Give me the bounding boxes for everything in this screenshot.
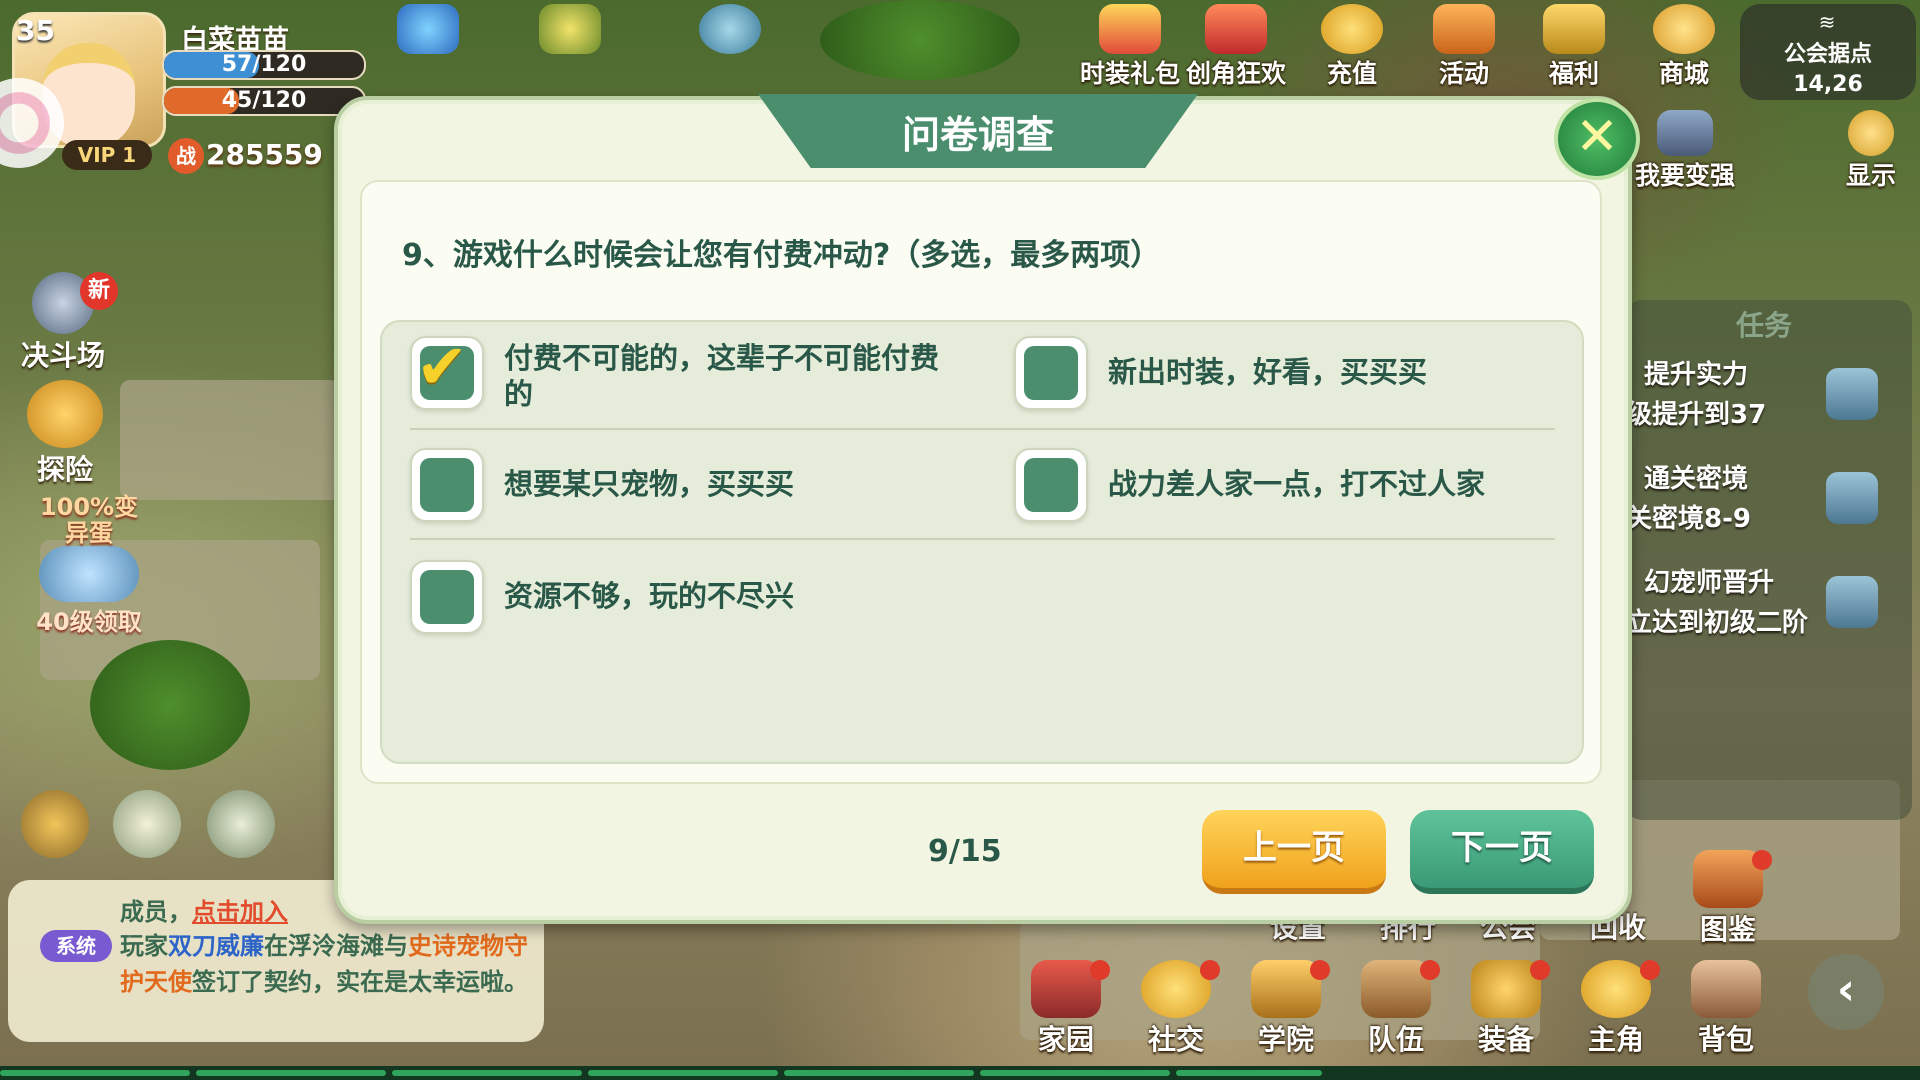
option-divider [410, 428, 1555, 430]
option-checkbox[interactable] [410, 448, 484, 522]
nav-social[interactable]: 社交 [1128, 960, 1224, 1058]
task-item[interactable]: 幻宠师晋升 立达到初级二阶 [1626, 556, 1906, 652]
system-tag: 系统 [40, 930, 112, 962]
chat-guild-line: 成员，点击加入 [120, 898, 288, 926]
display-toggle-button[interactable]: 显示 [1826, 110, 1916, 196]
egg-icon [39, 546, 139, 602]
mutant-egg-reward-button[interactable]: 100%变异蛋 40级领取 [14, 494, 164, 637]
nav-team[interactable]: 队伍 [1348, 960, 1444, 1058]
notification-dot [1752, 850, 1772, 870]
vip-badge[interactable]: VIP 1 [62, 140, 152, 170]
survey-dialog: 问卷调查 ✕ 9、游戏什么时候会让您有付费冲动?（多选，最多两项） ✔ 付费不可… [334, 94, 1640, 924]
notification-dot [1310, 960, 1330, 980]
task-panel-title: 任务 [1736, 309, 1793, 342]
frog-boss-icon[interactable] [520, 4, 620, 90]
collapse-arrow-icon[interactable]: ‹ [1808, 954, 1884, 1030]
nav-character[interactable]: 主角 [1568, 960, 1664, 1058]
option-label: 战力差人家一点，打不过人家 [1108, 467, 1486, 501]
guild-location-panel[interactable]: ≋ 公会据点 14,26 [1740, 4, 1916, 100]
option-checkbox[interactable]: ✔ [410, 330, 484, 410]
combat-power: 285559 [206, 138, 323, 171]
nav-codex[interactable]: 图鉴 [1680, 850, 1776, 948]
survey-options-panel: ✔ 付费不可能的，这辈子不可能付费的 新出时装，好看，买买买 想要某只宠物，买买… [380, 320, 1584, 764]
option-divider [410, 538, 1555, 540]
top-menu-events[interactable]: 活动 [1414, 4, 1514, 90]
emoji-icon[interactable] [112, 790, 182, 858]
recharge-icon [1321, 4, 1383, 54]
survey-question: 9、游戏什么时候会让您有付费冲动?（多选，最多两项） [402, 238, 1161, 273]
experience-bar [0, 1066, 1920, 1080]
strengthen-button[interactable]: 我要变强 [1630, 110, 1740, 196]
option-checkbox[interactable] [410, 560, 484, 634]
celebration-icon [1205, 4, 1267, 54]
option-label: 资源不够，玩的不尽兴 [504, 579, 795, 613]
notification-dot [1420, 960, 1440, 980]
person-icon [1848, 110, 1894, 156]
close-icon: ✕ [1575, 107, 1619, 167]
shop-icon [1653, 4, 1715, 54]
voice-icon[interactable] [206, 790, 276, 858]
headset-icon[interactable] [20, 790, 90, 858]
top-menu-fashion-gift[interactable]: 时装礼包 [1080, 4, 1180, 90]
treasure-chest-icon [1826, 472, 1878, 524]
guild-coords: 14,26 [1793, 72, 1863, 97]
checkmark-icon: ✔ [416, 330, 468, 403]
egg-banner: 100%变异蛋 [39, 493, 139, 547]
notification-dot [1640, 960, 1660, 980]
option-checkbox[interactable] [1014, 336, 1088, 410]
wifi-icon: ≋ [1818, 10, 1836, 34]
nav-bag[interactable]: 背包 [1678, 960, 1774, 1058]
top-menu-shop[interactable]: 商城 [1634, 4, 1734, 90]
task-item[interactable]: 通关密境 关密境8-9 [1626, 452, 1906, 548]
crossed-swords-icon [1657, 110, 1713, 156]
top-menu-celebration[interactable]: 创角狂欢 [1186, 4, 1286, 90]
rune-circle-icon[interactable] [680, 4, 780, 90]
top-menu-welfare[interactable]: 福利 [1524, 4, 1624, 90]
treasure-chest-icon [1826, 576, 1878, 628]
system-message: 玩家双刀威廉在浮泠海滩与史诗宠物守护天使签订了契约，实在是太幸运啦。 [120, 932, 528, 996]
option-checkbox[interactable] [1014, 448, 1088, 522]
guild-point-label: 公会据点 [1783, 42, 1872, 67]
top-menu-recharge[interactable]: 充值 [1302, 4, 1402, 90]
energy-text: 45/120 [221, 88, 307, 113]
option-label: 新出时装，好看，买买买 [1108, 355, 1428, 389]
power-icon: 战 [168, 138, 204, 174]
explore-button[interactable]: 探险 [10, 380, 120, 488]
event-icon [1433, 4, 1495, 54]
dialog-title: 问卷调查 [901, 113, 1054, 157]
welfare-icon [1543, 4, 1605, 54]
hp-text: 57/120 [221, 52, 307, 77]
notification-dot [1200, 960, 1220, 980]
previous-page-button[interactable]: 上一页 [1202, 810, 1386, 894]
close-button[interactable]: ✕ [1554, 98, 1640, 180]
nav-academy[interactable]: 学院 [1238, 960, 1334, 1058]
notification-dot [1090, 960, 1110, 980]
explore-face-icon [27, 380, 103, 448]
nav-home[interactable]: 家园 [1018, 960, 1114, 1058]
blue-crystal-icon[interactable] [378, 4, 478, 90]
notification-dot [1530, 960, 1550, 980]
next-page-button[interactable]: 下一页 [1410, 810, 1594, 894]
option-label: 付费不可能的，这辈子不可能付费的 [504, 341, 940, 411]
task-item[interactable]: 提升实力 级提升到37 [1626, 348, 1906, 444]
new-badge: 新 [80, 272, 118, 310]
treasure-chest-icon [1826, 368, 1878, 420]
bag-icon [1691, 960, 1761, 1018]
page-indicator: 9/15 [928, 834, 1002, 869]
nav-equipment[interactable]: 装备 [1458, 960, 1554, 1058]
join-guild-link[interactable]: 点击加入 [192, 898, 288, 926]
gift-box-icon [1099, 4, 1161, 54]
hp-bar: 57/120 [162, 50, 366, 80]
player-level: 35 [16, 14, 55, 47]
option-label: 想要某只宠物，买买买 [504, 467, 795, 501]
energy-bar: 45/120 [162, 86, 366, 116]
task-panel[interactable]: 任务 提升实力 级提升到37 通关密境 关密境8-9 幻宠师晋升 立达到初级二阶 [1626, 300, 1912, 820]
